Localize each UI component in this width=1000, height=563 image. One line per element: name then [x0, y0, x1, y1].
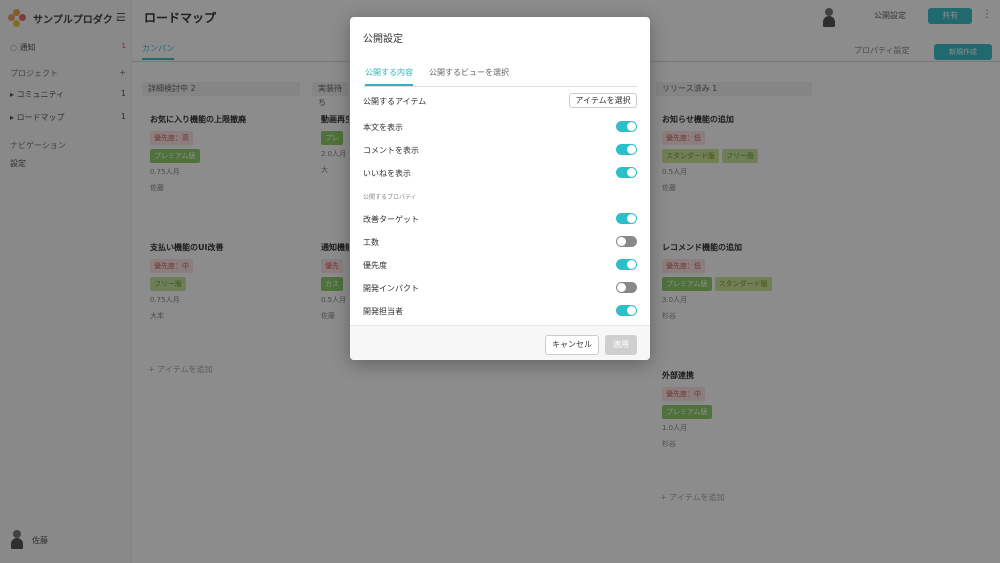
show-likes-label: いいねを表示 — [363, 169, 411, 178]
tab-select-views[interactable]: 公開するビューを選択 — [429, 67, 509, 84]
show-comments-toggle[interactable] — [616, 144, 637, 155]
property-label: 開発担当者 — [363, 307, 403, 316]
cancel-button[interactable]: キャンセル — [545, 335, 599, 355]
apply-button[interactable]: 適用 — [605, 335, 637, 355]
properties-section-label: 公開するプロパティ — [363, 194, 417, 201]
priority-toggle[interactable] — [616, 259, 637, 270]
property-label: 開発インパクト — [363, 284, 419, 293]
property-label: 工数 — [363, 238, 379, 247]
publish-items-label: 公開するアイテム — [363, 97, 427, 106]
select-items-button[interactable]: アイテムを選択 — [569, 93, 637, 108]
property-label: 改善ターゲット — [363, 215, 419, 224]
show-likes-toggle[interactable] — [616, 167, 637, 178]
improvement-target-toggle[interactable] — [616, 213, 637, 224]
show-body-label: 本文を表示 — [363, 123, 403, 132]
dev-assignee-toggle[interactable] — [616, 305, 637, 316]
dialog-tabs: 公開する内容 公開するビューを選択 — [363, 65, 637, 87]
dialog-footer: キャンセル 適用 — [350, 325, 650, 360]
effort-toggle[interactable] — [616, 236, 637, 247]
tab-publish-content[interactable]: 公開する内容 — [365, 67, 413, 86]
publish-settings-dialog: 公開設定 公開する内容 公開するビューを選択 公開するアイテム アイテムを選択 … — [350, 17, 650, 360]
dev-impact-toggle[interactable] — [616, 282, 637, 293]
dialog-title: 公開設定 — [363, 34, 403, 45]
show-body-toggle[interactable] — [616, 121, 637, 132]
property-label: 優先度 — [363, 261, 387, 270]
show-comments-label: コメントを表示 — [363, 146, 419, 155]
